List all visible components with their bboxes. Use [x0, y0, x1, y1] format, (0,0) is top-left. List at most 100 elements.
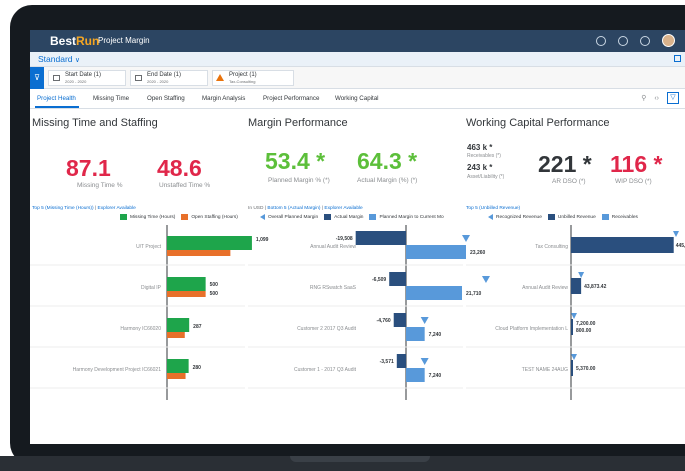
logo[interactable]: BestRun: [50, 34, 99, 48]
kpi-ar-dso-label: AR DSO (*): [552, 178, 586, 185]
settings-icon[interactable]: [596, 35, 606, 46]
kpi-wip-dso-label: WIP DSO (*): [615, 178, 652, 185]
avatar[interactable]: [662, 34, 675, 47]
bar-unbilled-revenue[interactable]: [571, 278, 582, 294]
tab-project-performance[interactable]: Project Performance: [263, 95, 319, 102]
filter-project[interactable]: Project (1) Tax-Consulting: [212, 70, 294, 86]
kpi-wip-dso[interactable]: 116 *: [610, 151, 662, 178]
bar-unbilled-revenue[interactable]: [571, 360, 573, 376]
bar-planned-margin[interactable]: [406, 286, 463, 300]
notifications-icon[interactable]: [618, 35, 628, 46]
bar-open-staffing[interactable]: [167, 250, 231, 256]
tab-open-staffing[interactable]: Open Staffing: [147, 95, 185, 102]
chart-header-title[interactable]: Top 5 (Missing Time (Hours)): [32, 206, 94, 211]
bar-missing-time[interactable]: [167, 277, 206, 291]
bar-open-staffing[interactable]: [167, 291, 206, 297]
kpi-planned-margin[interactable]: 53.4 *: [265, 148, 325, 175]
bar-missing-time[interactable]: [167, 318, 190, 332]
legend-item[interactable]: Unbilled Revenue: [547, 214, 596, 220]
bar-actual-margin[interactable]: [355, 231, 406, 245]
legend-label: Planned Margin to Current Mo: [379, 214, 444, 220]
kpi-missing-time[interactable]: 87.1: [66, 155, 111, 182]
category-label: Tax Consulting: [535, 244, 568, 250]
filter-icon[interactable]: ▽: [667, 92, 679, 104]
kpi-unstaffed-time[interactable]: 48.6: [157, 155, 202, 182]
legend-item[interactable]: Receivables: [601, 214, 638, 220]
bar-missing-time[interactable]: [167, 236, 252, 250]
chart-header-title[interactable]: Top 5 (Unbilled Revenue): [466, 206, 520, 211]
bar-actual-margin[interactable]: [396, 354, 406, 368]
logo-text: Best: [50, 34, 77, 48]
category-label: Harmony IC66020: [120, 326, 161, 332]
code-icon[interactable]: ‹›: [654, 95, 659, 102]
kpi-ar-dso[interactable]: 221 *: [538, 151, 592, 178]
legend-label: Receivables: [611, 214, 638, 220]
tab-project-health[interactable]: Project Health: [37, 95, 76, 102]
marker-recognized-revenue[interactable]: [673, 231, 679, 237]
variant-selector[interactable]: Standard ∨: [38, 54, 80, 64]
legend-item[interactable]: Missing Time (Hours): [120, 214, 175, 220]
app-title: Project Margin: [98, 36, 150, 45]
filter-label: Start Date (1): [65, 72, 102, 78]
category-label: RNG RSwatch SaaS: [310, 285, 357, 291]
expand-icon[interactable]: [674, 55, 681, 62]
help-icon[interactable]: [640, 35, 650, 46]
chart-header-missing: Top 5 (Missing Time (Hours)) | Explorer …: [32, 206, 136, 211]
bar-planned-margin[interactable]: [406, 327, 425, 341]
legend-item[interactable]: Overall Planned Margin: [260, 214, 318, 220]
data-label: 7,200.00: [576, 321, 596, 327]
legend-item[interactable]: Open Staffing (Hours): [181, 214, 238, 220]
legend-item[interactable]: Recognized Revenue: [488, 214, 542, 220]
marker-overall-planned[interactable]: [420, 317, 429, 324]
marker-recognized-revenue[interactable]: [571, 354, 577, 360]
kpi-planned-margin-label: Planned Margin % (*): [268, 177, 330, 184]
toolbar-actions: ⚲ ‹› ▽: [641, 92, 679, 104]
data-label: -3,571: [380, 359, 394, 365]
legend-label: Open Staffing (Hours): [191, 214, 238, 220]
chart-header-margin: In USD | Bottom 5 (Actual Margin) | Expl…: [248, 206, 363, 211]
explorer-link[interactable]: Explorer Available: [98, 206, 136, 211]
kpi-actual-margin[interactable]: 64.3 *: [357, 148, 417, 175]
legend-label: Missing Time (Hours): [130, 214, 176, 220]
kpi-receivables-label: Receivables (*): [467, 153, 501, 159]
data-label: -6,509: [372, 277, 386, 283]
currency-label: In USD: [248, 206, 264, 211]
bar-actual-margin[interactable]: [389, 272, 406, 286]
bar-missing-time[interactable]: [167, 359, 189, 373]
marker-recognized-revenue[interactable]: [571, 313, 577, 319]
marker-recognized-revenue[interactable]: [578, 272, 585, 278]
bar-open-staffing[interactable]: [167, 373, 186, 379]
bar-planned-margin[interactable]: [406, 368, 425, 382]
category-label: Annual Audit Review: [522, 285, 568, 291]
bar-open-staffing[interactable]: [167, 332, 185, 338]
legend-swatch: [324, 214, 332, 220]
data-label: 500: [210, 282, 219, 288]
shell-bar: BestRun Project Margin: [30, 30, 685, 52]
kpi-receivables[interactable]: 463 k *: [467, 143, 492, 152]
explorer-link[interactable]: Explorer Available: [324, 206, 362, 211]
logo-text-accent: Run: [76, 34, 100, 48]
filter-end-date[interactable]: End Date (1) 2020 - 2020: [130, 70, 208, 86]
chart-header-title[interactable]: Bottom 5 (Actual Margin): [267, 206, 320, 211]
marker-overall-planned[interactable]: [420, 358, 429, 365]
category-label: Annual Audit Review: [310, 244, 356, 250]
kpi-unstaffed-time-label: Unstaffed Time %: [159, 182, 211, 189]
shell-actions: [596, 34, 675, 47]
bar-actual-margin[interactable]: [393, 313, 406, 327]
pin-icon[interactable]: ⚲: [641, 94, 646, 102]
bar-unbilled-revenue[interactable]: [571, 237, 674, 253]
category-label: TEST NAME 24AUG: [522, 367, 568, 373]
filter-toggle-icon[interactable]: ⊽: [30, 67, 44, 89]
chart-missing-time: U/T Project Digital IP Harmony IC66020 Harm…: [30, 225, 269, 400]
tab-missing-time[interactable]: Missing Time: [93, 95, 129, 102]
legend-item[interactable]: Actual Margin: [324, 214, 363, 220]
tab-working-capital[interactable]: Working Capital: [335, 95, 379, 102]
kpi-asset-liability[interactable]: 243 k *: [467, 163, 492, 172]
tab-margin-analysis[interactable]: Margin Analysis: [202, 95, 245, 102]
filter-start-date[interactable]: Start Date (1) 2020 - 2020: [48, 70, 126, 86]
bar-planned-margin[interactable]: [406, 245, 466, 259]
data-label: -4,760: [377, 318, 391, 324]
bar-unbilled-revenue[interactable]: [571, 319, 573, 335]
legend-item[interactable]: Planned Margin to Current Mo: [369, 214, 444, 220]
legend-label: Overall Planned Margin: [268, 214, 319, 220]
